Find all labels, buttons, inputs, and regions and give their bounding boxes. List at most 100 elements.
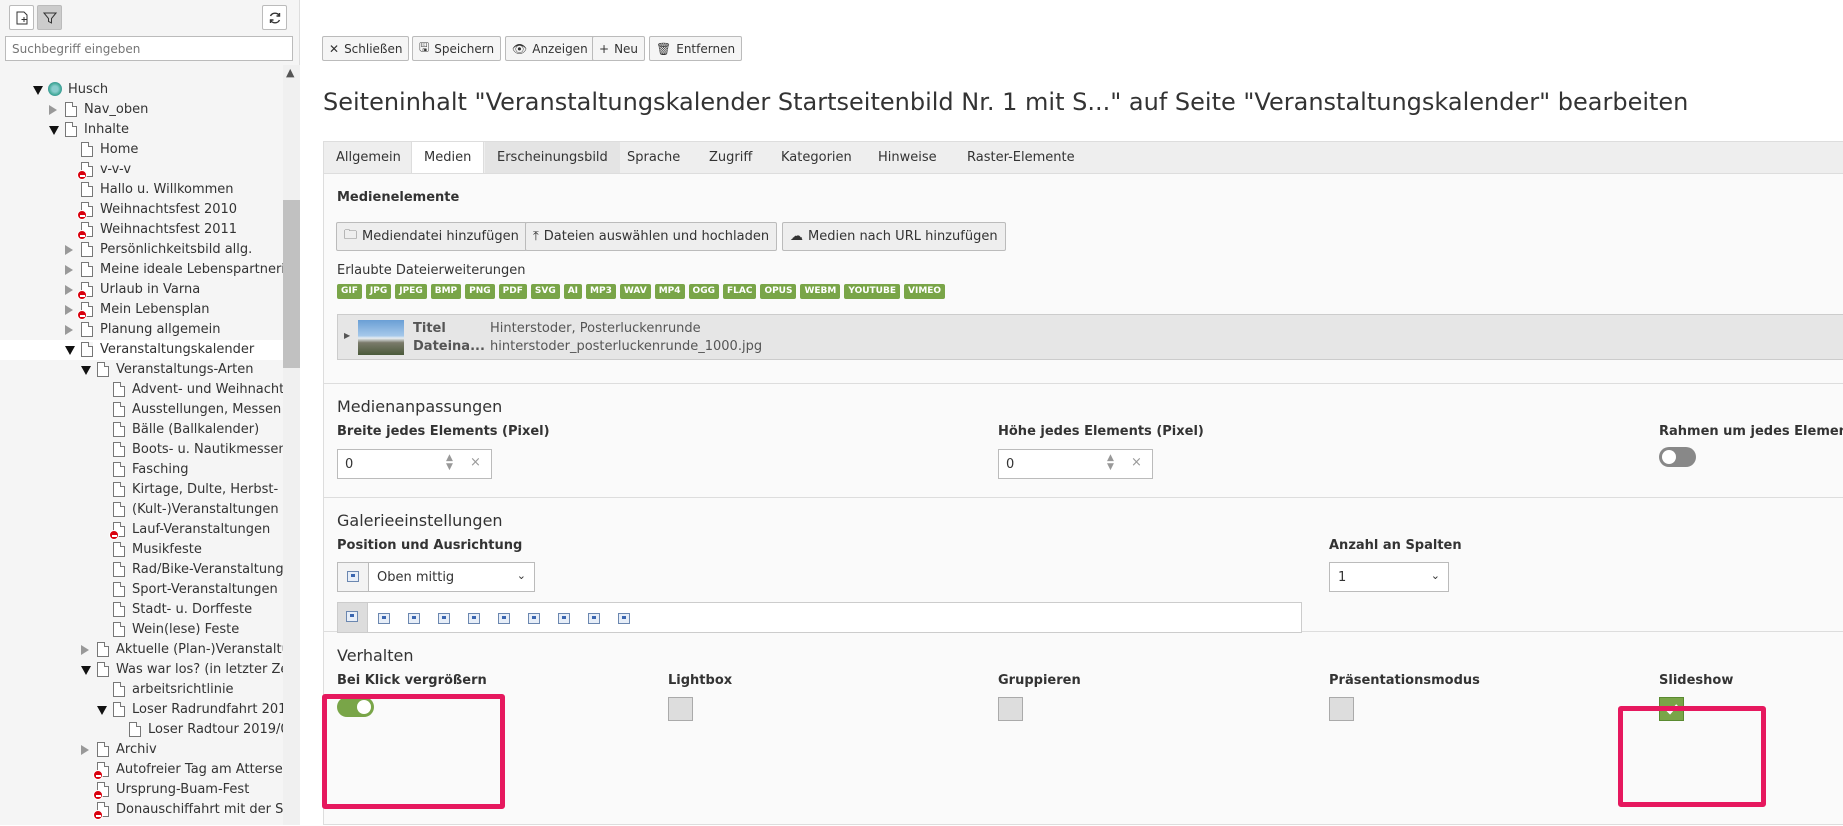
new-page-button[interactable] bbox=[9, 5, 34, 30]
tree-item[interactable]: Advent- und Weihnachtsmärkte bbox=[0, 380, 283, 400]
alignment-option-selected[interactable] bbox=[338, 603, 368, 632]
tree-item[interactable]: Weihnachtsfest 2010 bbox=[0, 200, 283, 220]
columns-select[interactable]: 1 ⌄ bbox=[1329, 562, 1449, 592]
refresh-button[interactable] bbox=[262, 5, 287, 30]
width-clear-icon[interactable]: × bbox=[470, 455, 481, 470]
tree-item[interactable]: arbeitsrichtlinie bbox=[0, 680, 283, 700]
save-button[interactable]: 🖫 Speichern bbox=[412, 36, 502, 61]
alignment-option-icon[interactable] bbox=[558, 613, 570, 624]
expand-icon[interactable] bbox=[65, 325, 73, 335]
expand-icon[interactable] bbox=[65, 265, 73, 275]
tree-item[interactable]: Inhalte bbox=[0, 120, 283, 140]
tree-item[interactable]: Bälle (Ballkalender) bbox=[0, 420, 283, 440]
tree-item[interactable]: Loser Radtour 2019/08 bbox=[0, 720, 283, 740]
tab-hinweise[interactable]: Hinweise bbox=[866, 142, 949, 173]
alignment-option-icon[interactable] bbox=[408, 613, 420, 624]
tab-sprache[interactable]: Sprache bbox=[615, 142, 692, 173]
border-toggle[interactable] bbox=[1659, 447, 1696, 467]
tree-item[interactable]: Donauschiffahrt mit der Sch bbox=[0, 800, 283, 820]
tree-item[interactable]: Ausstellungen, Messen bbox=[0, 400, 283, 420]
expand-icon[interactable] bbox=[65, 305, 73, 315]
tree-item[interactable]: v-v-v bbox=[0, 160, 283, 180]
expand-icon[interactable] bbox=[81, 745, 89, 755]
delete-button[interactable]: 🗑 Entfernen bbox=[649, 36, 743, 61]
tree-item[interactable]: Weihnachtsfest 2011 bbox=[0, 220, 283, 240]
tab-erscheinungsbild[interactable]: Erscheinungsbild bbox=[485, 142, 620, 173]
tree-item[interactable]: Veranstaltungskalender bbox=[0, 340, 283, 360]
tree-item[interactable]: Stadt- u. Dorffeste bbox=[0, 600, 283, 620]
tree-item[interactable]: Sport-Veranstaltungen bbox=[0, 580, 283, 600]
tree-item[interactable]: Kirtage, Dulte, Herbst- u. bbox=[0, 480, 283, 500]
tree-item[interactable]: Musikfeste bbox=[0, 540, 283, 560]
tree-item[interactable]: Ursprung-Buam-Fest bbox=[0, 780, 283, 800]
tree-item[interactable]: Home bbox=[0, 140, 283, 160]
tab-allgemein[interactable]: Allgemein bbox=[324, 142, 413, 173]
tree-item[interactable]: Veranstaltungs-Arten bbox=[0, 360, 283, 380]
expand-icon[interactable] bbox=[65, 285, 73, 295]
tree-item[interactable]: Persönlichkeitsbild allg. bbox=[0, 240, 283, 260]
page-icon bbox=[113, 442, 125, 457]
tree-scrollbar[interactable] bbox=[283, 65, 300, 825]
alignment-option-icon[interactable] bbox=[438, 613, 450, 624]
tree-item[interactable]: Was war los? (in letzter Zeit) bbox=[0, 660, 283, 680]
height-clear-icon[interactable]: × bbox=[1131, 455, 1142, 470]
tree-item[interactable]: Fasching bbox=[0, 460, 283, 480]
media-file-row[interactable]: ▶ Titel Dateina... Hinterstoder, Posterl… bbox=[337, 314, 1843, 360]
height-stepper-icon[interactable]: ▲ ▼ bbox=[1107, 454, 1114, 472]
width-stepper-icon[interactable]: ▲ ▼ bbox=[446, 454, 453, 472]
height-field[interactable]: 0 ▲ ▼ × bbox=[998, 449, 1153, 479]
tree-item[interactable]: Mein Lebensplan bbox=[0, 300, 283, 320]
alignment-option-icon[interactable] bbox=[528, 613, 540, 624]
expand-icon[interactable] bbox=[81, 645, 89, 655]
tab-medien[interactable]: Medien bbox=[411, 141, 485, 174]
tree-item[interactable]: Planung allgemein bbox=[0, 320, 283, 340]
collapse-icon[interactable] bbox=[97, 706, 107, 715]
expand-icon[interactable]: ▶ bbox=[344, 331, 350, 340]
page-icon bbox=[65, 122, 77, 137]
tree-item[interactable]: Wein(lese) Feste bbox=[0, 620, 283, 640]
tree-item[interactable]: Aktuelle (Plan-)Veranstaltungen bbox=[0, 640, 283, 660]
tab-raster-elemente[interactable]: Raster-Elemente bbox=[955, 142, 1087, 173]
lightbox-checkbox[interactable] bbox=[668, 697, 693, 721]
collapse-icon[interactable] bbox=[81, 366, 91, 375]
tree-item[interactable]: Archiv bbox=[0, 740, 283, 760]
collapse-icon[interactable] bbox=[33, 86, 43, 95]
scroll-up-icon[interactable]: ▲ bbox=[286, 66, 294, 79]
tree-item[interactable]: Hallo u. Willkommen bbox=[0, 180, 283, 200]
tree-item[interactable]: Urlaub in Varna bbox=[0, 280, 283, 300]
close-button[interactable]: ✕ Schließen bbox=[322, 36, 410, 61]
tree-scrollbar-thumb[interactable] bbox=[283, 200, 300, 368]
tab-kategorien[interactable]: Kategorien bbox=[769, 142, 864, 173]
expand-icon[interactable] bbox=[65, 245, 73, 255]
filter-button[interactable] bbox=[37, 5, 62, 30]
tree-item[interactable]: Boots- u. Nautikmessen bbox=[0, 440, 283, 460]
add-media-url-button[interactable]: ☁ Medien nach URL hinzufügen bbox=[782, 222, 1006, 251]
tree-item[interactable]: Nav_oben bbox=[0, 100, 283, 120]
alignment-option-icon[interactable] bbox=[618, 613, 630, 624]
alignment-option-icon[interactable] bbox=[498, 613, 510, 624]
tree-item[interactable]: Autofreier Tag am Attersee bbox=[0, 760, 283, 780]
alignment-option-icon[interactable] bbox=[378, 613, 390, 624]
tab-zugriff[interactable]: Zugriff bbox=[697, 142, 764, 173]
tree-item[interactable]: Rad/Bike-Veranstaltungen bbox=[0, 560, 283, 580]
add-media-file-button[interactable]: 🗀 Mediendatei hinzufügen bbox=[336, 222, 527, 251]
tree-search-input[interactable] bbox=[5, 36, 293, 61]
tree-item[interactable]: Meine ideale Lebenspartnerin bbox=[0, 260, 283, 280]
presentation-checkbox[interactable] bbox=[1329, 697, 1354, 721]
collapse-icon[interactable] bbox=[49, 126, 59, 135]
tree-item[interactable]: Loser Radrundfahrt 2019 bbox=[0, 700, 283, 720]
new-button[interactable]: + Neu bbox=[592, 36, 646, 61]
tree-item[interactable]: (Kult-)Veranstaltungen bbox=[0, 500, 283, 520]
upload-files-button[interactable]: ⤒ Dateien auswählen und hochladen bbox=[525, 222, 778, 251]
tree-item[interactable]: Husch bbox=[0, 80, 283, 100]
collapse-icon[interactable] bbox=[65, 346, 75, 355]
group-checkbox[interactable] bbox=[998, 697, 1023, 721]
alignment-option-icon[interactable] bbox=[588, 613, 600, 624]
view-button[interactable]: 👁 Anzeigen bbox=[505, 36, 595, 61]
tree-item[interactable]: Lauf-Veranstaltungen bbox=[0, 520, 283, 540]
collapse-icon[interactable] bbox=[81, 666, 91, 675]
alignment-option-icon[interactable] bbox=[468, 613, 480, 624]
position-select[interactable]: Oben mittig ⌄ bbox=[368, 562, 535, 592]
width-field[interactable]: 0 ▲ ▼ × bbox=[337, 449, 492, 479]
expand-icon[interactable] bbox=[49, 105, 57, 115]
